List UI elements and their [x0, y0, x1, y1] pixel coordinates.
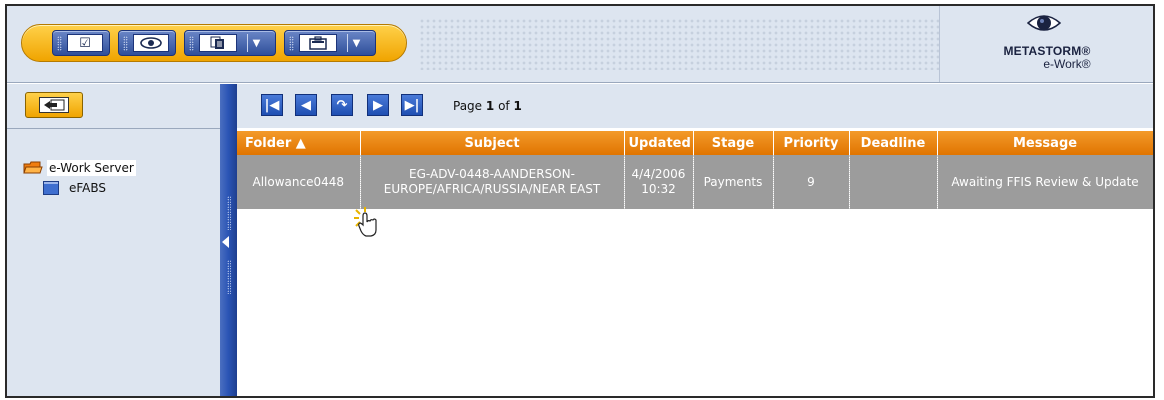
column-header-message[interactable]: Message [937, 131, 1153, 155]
page-indicator: Page 1 of 1 [453, 99, 522, 113]
cell-priority[interactable]: 9 [773, 155, 850, 209]
navigation-pane: e-Work Server eFABS [7, 84, 220, 396]
pager-toolbar: |◀ ◀ ↷ ▶ ▶| Page 1 of 1 [237, 84, 1153, 128]
folder-tree: e-Work Server eFABS [23, 158, 136, 198]
app-window: ☑ ▼ ▼ METASTORM® e-Work® e-Work Server e… [5, 4, 1155, 398]
brand-logo: METASTORM® e-Work® [939, 6, 1153, 82]
refresh-icon[interactable]: ↷ [331, 94, 353, 116]
divider [7, 128, 220, 129]
grip-handle[interactable] [227, 196, 231, 230]
grip-handle [289, 36, 294, 51]
cell-updated[interactable]: 4/4/2006 10:32 [624, 155, 694, 209]
briefcase-menu-button[interactable]: ▼ [284, 30, 376, 56]
copy-icon [199, 34, 237, 52]
copy-menu-button[interactable]: ▼ [184, 30, 276, 56]
briefcase-icon [299, 34, 337, 52]
column-header-folder[interactable]: Folder ▲ [237, 131, 361, 155]
grip-handle[interactable] [227, 260, 231, 294]
column-header-updated[interactable]: Updated [624, 131, 694, 155]
database-icon [43, 181, 59, 195]
logo-brand: METASTORM® [1003, 44, 1091, 58]
hand-cursor-icon [354, 207, 377, 237]
column-header-deadline[interactable]: Deadline [849, 131, 938, 155]
grip-handle [189, 36, 194, 51]
top-toolbar: ☑ ▼ ▼ METASTORM® e-Work® [7, 6, 1153, 83]
table-header: Folder ▲ Subject Updated Stage Priority … [237, 131, 1153, 155]
current-page: 1 [485, 99, 495, 113]
grip-handle [57, 36, 62, 51]
tree-item-e-work-server[interactable]: e-Work Server [23, 158, 136, 178]
first-page-icon[interactable]: |◀ [261, 94, 283, 116]
previous-page-icon[interactable]: ◀ [295, 94, 317, 116]
grip-handle [123, 36, 128, 51]
metastorm-eye-icon [1027, 15, 1061, 31]
eye-icon [133, 34, 169, 52]
column-header-priority[interactable]: Priority [773, 131, 850, 155]
checkbox-icon: ☑ [67, 34, 103, 52]
back-button[interactable] [25, 92, 83, 118]
page-label: Page [453, 99, 483, 113]
folder-open-icon [23, 161, 43, 174]
collapse-arrow-icon[interactable] [222, 236, 229, 248]
work-items-table: Folder ▲ Subject Updated Stage Priority … [237, 131, 1153, 209]
cell-message[interactable]: Awaiting FFIS Review & Update [937, 155, 1153, 209]
table-row[interactable]: Allowance0448 EG-ADV-0448-AANDERSON-EURO… [237, 155, 1153, 209]
pane-splitter[interactable] [220, 84, 237, 396]
tree-item-efabs[interactable]: eFABS [43, 178, 136, 198]
select-items-button[interactable]: ☑ [52, 30, 110, 56]
cell-deadline[interactable] [849, 155, 938, 209]
back-arrow-icon [39, 97, 69, 113]
column-header-subject[interactable]: Subject [360, 131, 625, 155]
last-page-icon[interactable]: ▶| [401, 94, 423, 116]
next-page-icon[interactable]: ▶ [367, 94, 389, 116]
cell-folder[interactable]: Allowance0448 [237, 155, 361, 209]
chevron-down-icon[interactable]: ▼ [347, 34, 365, 52]
work-list: |◀ ◀ ↷ ▶ ▶| Page 1 of 1 Folder ▲ Subject [237, 84, 1153, 396]
logo-product: e-Work® [1043, 57, 1091, 71]
total-pages: 1 [513, 99, 522, 113]
cell-stage[interactable]: Payments [693, 155, 774, 209]
view-button[interactable] [118, 30, 176, 56]
tree-item-label: e-Work Server [47, 160, 136, 176]
tree-item-label: eFABS [69, 181, 107, 195]
cell-subject[interactable]: EG-ADV-0448-AANDERSON-EUROPE/AFRICA/RUSS… [360, 155, 625, 209]
column-header-stage[interactable]: Stage [693, 131, 774, 155]
decorative-pattern [419, 18, 939, 70]
of-label: of [498, 99, 510, 113]
chevron-down-icon[interactable]: ▼ [247, 34, 265, 52]
toolbar-button-group: ☑ ▼ ▼ [21, 24, 407, 62]
